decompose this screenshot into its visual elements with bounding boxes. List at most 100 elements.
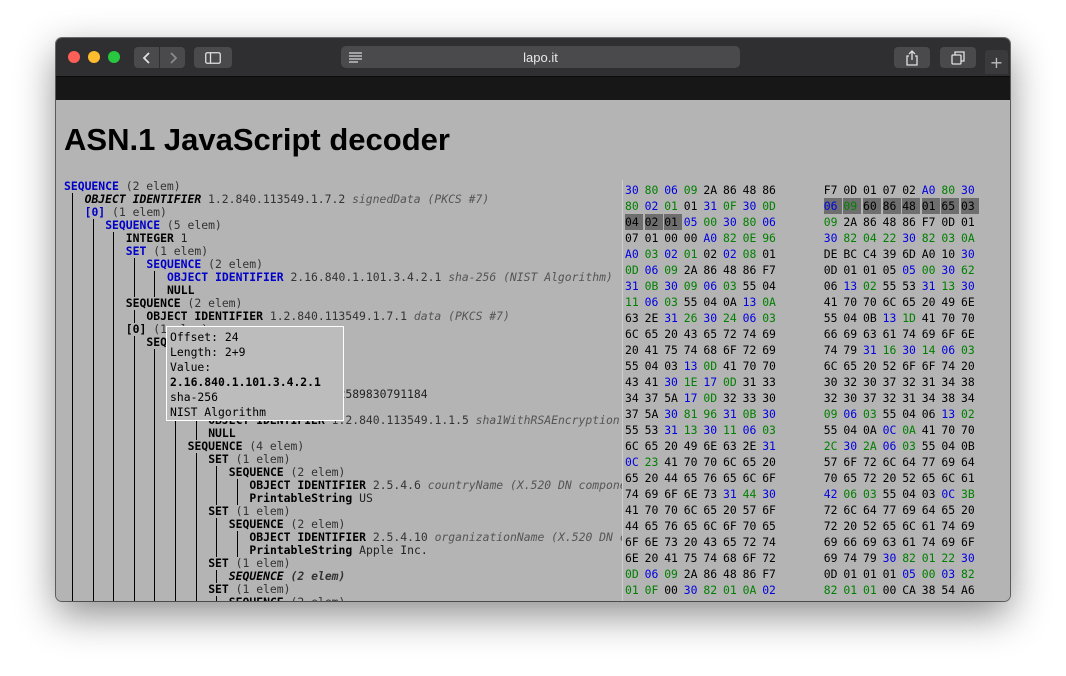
- address-bar[interactable]: lapo.it: [341, 46, 740, 68]
- hex-byte[interactable]: 34: [961, 390, 979, 406]
- hex-byte[interactable]: 2A: [684, 262, 702, 278]
- hex-byte[interactable]: 6F: [723, 342, 741, 358]
- hex-byte[interactable]: 09: [664, 566, 682, 582]
- hex-byte[interactable]: 65: [922, 470, 940, 486]
- hex-byte[interactable]: CB: [625, 598, 643, 601]
- hex-byte[interactable]: 55: [625, 358, 643, 374]
- hex-byte[interactable]: 01: [961, 214, 979, 230]
- hex-byte[interactable]: 69: [762, 342, 780, 358]
- hex-byte[interactable]: 69: [824, 534, 842, 550]
- hex-byte[interactable]: 65: [941, 502, 959, 518]
- hex-byte[interactable]: 69: [762, 326, 780, 342]
- hex-byte[interactable]: 6C: [843, 502, 861, 518]
- hex-byte[interactable]: 01: [645, 230, 663, 246]
- hex-byte[interactable]: 80: [743, 214, 761, 230]
- hex-byte[interactable]: 61: [902, 534, 920, 550]
- hex-byte[interactable]: 75: [664, 342, 682, 358]
- hex-byte[interactable]: 33: [743, 390, 761, 406]
- hex-byte[interactable]: 37: [863, 390, 881, 406]
- hex-byte[interactable]: 30: [664, 278, 682, 294]
- hex-byte[interactable]: 44: [664, 470, 682, 486]
- tab-overview-button[interactable]: [940, 47, 976, 68]
- hex-byte[interactable]: 20: [664, 326, 682, 342]
- hex-byte[interactable]: 64: [922, 502, 940, 518]
- hex-byte[interactable]: 09: [824, 406, 842, 422]
- forward-button[interactable]: [160, 47, 185, 68]
- hex-byte[interactable]: 69: [645, 486, 663, 502]
- hex-byte[interactable]: 33: [762, 374, 780, 390]
- hex-byte[interactable]: 70: [743, 518, 761, 534]
- hex-byte[interactable]: 65: [762, 518, 780, 534]
- hex-byte[interactable]: 06: [823, 198, 842, 214]
- hex-byte[interactable]: 16: [883, 342, 901, 358]
- hex-byte[interactable]: 14: [922, 342, 940, 358]
- hex-byte[interactable]: 69: [961, 518, 979, 534]
- hex-byte[interactable]: 6F: [941, 326, 959, 342]
- hex-byte[interactable]: 05: [684, 214, 702, 230]
- zoom-window-button[interactable]: [108, 51, 120, 63]
- hex-byte[interactable]: 6C: [625, 326, 643, 342]
- hex-byte[interactable]: 6E: [961, 326, 979, 342]
- hex-byte[interactable]: 55: [922, 438, 940, 454]
- hex-byte[interactable]: 86: [743, 262, 761, 278]
- hex-byte[interactable]: 32: [824, 390, 842, 406]
- hex-byte[interactable]: E9: [762, 598, 780, 601]
- hex-byte[interactable]: 01: [843, 582, 861, 598]
- hex-byte[interactable]: 41: [664, 550, 682, 566]
- hex-byte[interactable]: 42: [824, 486, 842, 502]
- hex-byte[interactable]: 65: [902, 294, 920, 310]
- hex-byte[interactable]: 6F: [961, 534, 979, 550]
- hex-byte[interactable]: 34: [625, 390, 643, 406]
- hex-byte[interactable]: 72: [863, 470, 881, 486]
- hex-byte[interactable]: 80: [645, 182, 663, 198]
- hex-byte[interactable]: 63: [625, 310, 643, 326]
- hex-byte[interactable]: 82: [824, 582, 842, 598]
- hex-byte[interactable]: 04: [843, 310, 861, 326]
- hex-byte[interactable]: 86: [703, 566, 721, 582]
- hex-byte[interactable]: 01: [921, 198, 940, 214]
- hex-byte[interactable]: 82: [723, 230, 741, 246]
- hex-byte[interactable]: 06: [883, 438, 901, 454]
- hex-byte[interactable]: 72: [743, 342, 761, 358]
- hex-byte[interactable]: 73: [664, 534, 682, 550]
- hex-byte[interactable]: 30: [902, 342, 920, 358]
- hex-byte[interactable]: 02: [961, 406, 979, 422]
- hex-byte[interactable]: 65: [843, 470, 861, 486]
- hex-byte[interactable]: 74: [824, 342, 842, 358]
- hex-byte[interactable]: 03: [902, 438, 920, 454]
- hex-byte[interactable]: 54: [941, 582, 959, 598]
- hex-byte[interactable]: 13: [843, 278, 861, 294]
- hex-byte[interactable]: 74: [703, 550, 721, 566]
- hex-byte[interactable]: 0A: [863, 422, 881, 438]
- hex-byte[interactable]: 31: [703, 198, 721, 214]
- hex-byte[interactable]: 60: [863, 198, 881, 214]
- hex-byte[interactable]: 30: [723, 214, 741, 230]
- hex-byte[interactable]: 20: [684, 534, 702, 550]
- hex-byte[interactable]: 01: [883, 566, 901, 582]
- hex-byte[interactable]: 41: [723, 358, 741, 374]
- hex-byte[interactable]: 00: [684, 230, 702, 246]
- hex-byte[interactable]: 0D: [843, 182, 861, 198]
- hex-byte[interactable]: 1D: [902, 310, 920, 326]
- hex-byte[interactable]: 52: [863, 518, 881, 534]
- hex-byte[interactable]: 64: [863, 502, 881, 518]
- hex-byte[interactable]: 38: [922, 582, 940, 598]
- hex-byte[interactable]: 79: [863, 550, 881, 566]
- hex-byte[interactable]: 37: [625, 406, 643, 422]
- hex-byte[interactable]: 91: [961, 598, 979, 601]
- hex-byte[interactable]: 04: [843, 422, 861, 438]
- hex-byte[interactable]: 0A: [762, 294, 780, 310]
- hex-byte[interactable]: 66: [843, 534, 861, 550]
- hex-byte[interactable]: 0A: [723, 294, 741, 310]
- hex-byte[interactable]: 55: [824, 422, 842, 438]
- hex-byte[interactable]: 06: [843, 486, 861, 502]
- hex-byte[interactable]: 0B: [863, 310, 881, 326]
- hex-byte[interactable]: 2A: [684, 566, 702, 582]
- hex-byte[interactable]: 09: [664, 262, 682, 278]
- hex-byte[interactable]: 74: [743, 326, 761, 342]
- hex-byte[interactable]: 86: [902, 214, 920, 230]
- hex-byte[interactable]: 02: [723, 246, 741, 262]
- hex-byte[interactable]: 8C: [824, 598, 842, 601]
- hex-byte[interactable]: 03: [762, 422, 780, 438]
- hex-byte[interactable]: 77: [922, 454, 940, 470]
